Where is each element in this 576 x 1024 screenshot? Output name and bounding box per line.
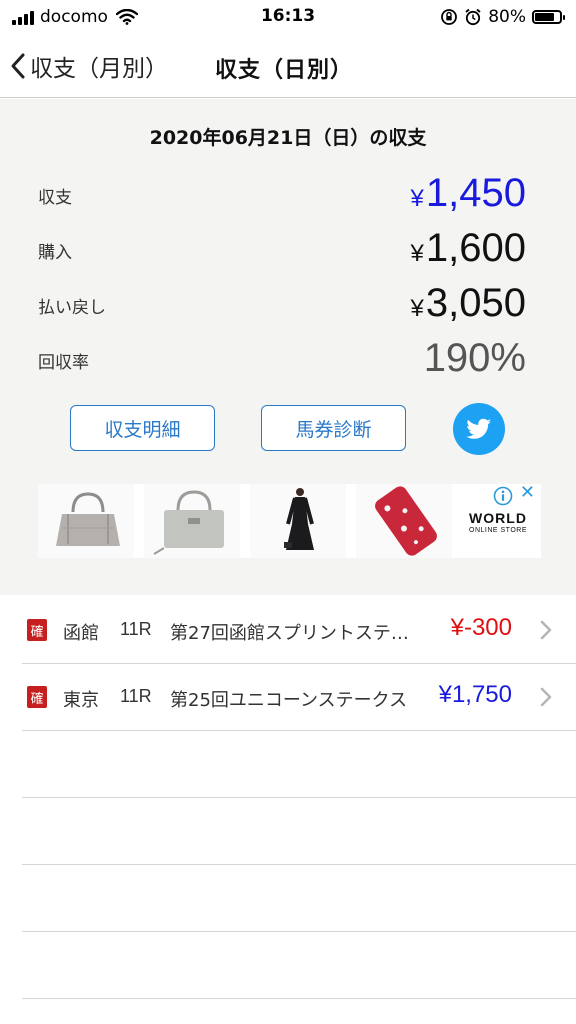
empty-list-row [22, 865, 576, 932]
ad-product-black-dress[interactable] [250, 484, 350, 558]
black-dress-image [250, 484, 346, 558]
return-rate-value: 190% [423, 336, 526, 380]
empty-list-row [22, 798, 576, 865]
purchase-amount: 1,600 [425, 226, 526, 270]
ad-banner[interactable]: ✕ WORLD ONLINE STORE [38, 484, 541, 558]
page-title: 収支（日別） [215, 58, 354, 83]
balance-amount: 1,450 [425, 171, 526, 215]
confirmed-badge: 確 [27, 686, 47, 708]
race-balance: ¥1,750 [438, 681, 512, 708]
summary-label-payout: 払い戻し [38, 298, 106, 318]
summary-value-balance: ¥ 1,450 [411, 171, 526, 219]
ad-product-gray-bag[interactable] [144, 484, 244, 558]
summary-value-return-rate: 190% [424, 336, 526, 384]
phone-case-image [356, 484, 452, 558]
race-venue: 東京 [63, 690, 99, 711]
race-row[interactable]: 確 函館 11R 第27回函館スプリントステークス ¥-300 [22, 597, 576, 664]
confirmed-badge: 確 [27, 619, 47, 641]
race-row[interactable]: 確 東京 11R 第25回ユニコーンステークス ¥1,750 [22, 664, 576, 731]
empty-list-row [22, 932, 576, 999]
race-list: 確 函館 11R 第27回函館スプリントステークス ¥-300 確 東京 11R… [0, 597, 576, 999]
twitter-bird-icon [466, 418, 491, 439]
chevron-right-icon [540, 687, 552, 707]
status-bar: docomo 16:13 80% [0, 0, 576, 34]
info-icon[interactable] [493, 486, 513, 506]
race-venue: 函館 [63, 623, 99, 644]
yen-sign: ¥ [410, 295, 424, 322]
summary-label-return-rate: 回収率 [38, 353, 89, 373]
race-number: 11R [120, 619, 152, 639]
ad-brand-tagline: ONLINE STORE [469, 527, 527, 534]
summary-value-payout: ¥ 3,050 [411, 281, 526, 329]
status-right: 80% [440, 6, 565, 28]
summary-date-title: 2020年06月21日（日）の収支 [149, 127, 427, 149]
alarm-icon [465, 8, 481, 26]
ad-brand-name: WORLD [469, 510, 527, 526]
summary-value-purchase: ¥ 1,600 [411, 226, 526, 274]
yen-sign: ¥ [410, 185, 424, 212]
daily-summary-panel: 2020年06月21日（日）の収支 収支 ¥ 1,450 購入 ¥ 1,600 … [0, 99, 576, 595]
summary-label-purchase: 購入 [38, 243, 72, 263]
navigation-bar: 収支（月別） 収支（日別） [0, 34, 576, 98]
ticket-diagnosis-button[interactable]: 馬券診断 [261, 405, 406, 451]
payout-amount: 3,050 [425, 281, 526, 325]
twitter-share-button[interactable] [453, 403, 505, 455]
ad-product-tote-bag[interactable] [38, 484, 138, 558]
battery-percent: 80% [488, 7, 526, 27]
tote-bag-image [38, 484, 134, 558]
summary-row-return-rate: 回収率 190% [0, 336, 576, 384]
gray-bag-image [144, 484, 240, 558]
race-balance: ¥-300 [450, 614, 512, 641]
empty-list-row [22, 731, 576, 798]
back-button-label: 収支（月別） [30, 56, 168, 82]
yen-sign: ¥ [410, 240, 424, 267]
summary-label-balance: 収支 [38, 188, 72, 208]
orientation-lock-icon [441, 9, 458, 25]
chevron-right-icon [540, 620, 552, 640]
ad-brand-logo[interactable]: WORLD ONLINE STORE [458, 510, 538, 534]
back-button[interactable]: 収支（月別） [10, 48, 168, 84]
balance-detail-button[interactable]: 収支明細 [70, 405, 215, 451]
summary-row-purchase: 購入 ¥ 1,600 [0, 226, 576, 274]
race-name: 第25回ユニコーンステークス [170, 690, 408, 711]
summary-row-payout: 払い戻し ¥ 3,050 [0, 281, 576, 329]
race-name: 第27回函館スプリントステークス [170, 623, 426, 644]
chevron-left-icon [11, 53, 25, 79]
ad-product-phone-case[interactable] [356, 484, 456, 558]
race-number: 11R [120, 686, 152, 706]
ad-close-icon[interactable]: ✕ [520, 484, 535, 502]
battery-icon [532, 10, 565, 24]
battery-level [535, 13, 555, 21]
summary-row-balance: 収支 ¥ 1,450 [0, 171, 576, 219]
